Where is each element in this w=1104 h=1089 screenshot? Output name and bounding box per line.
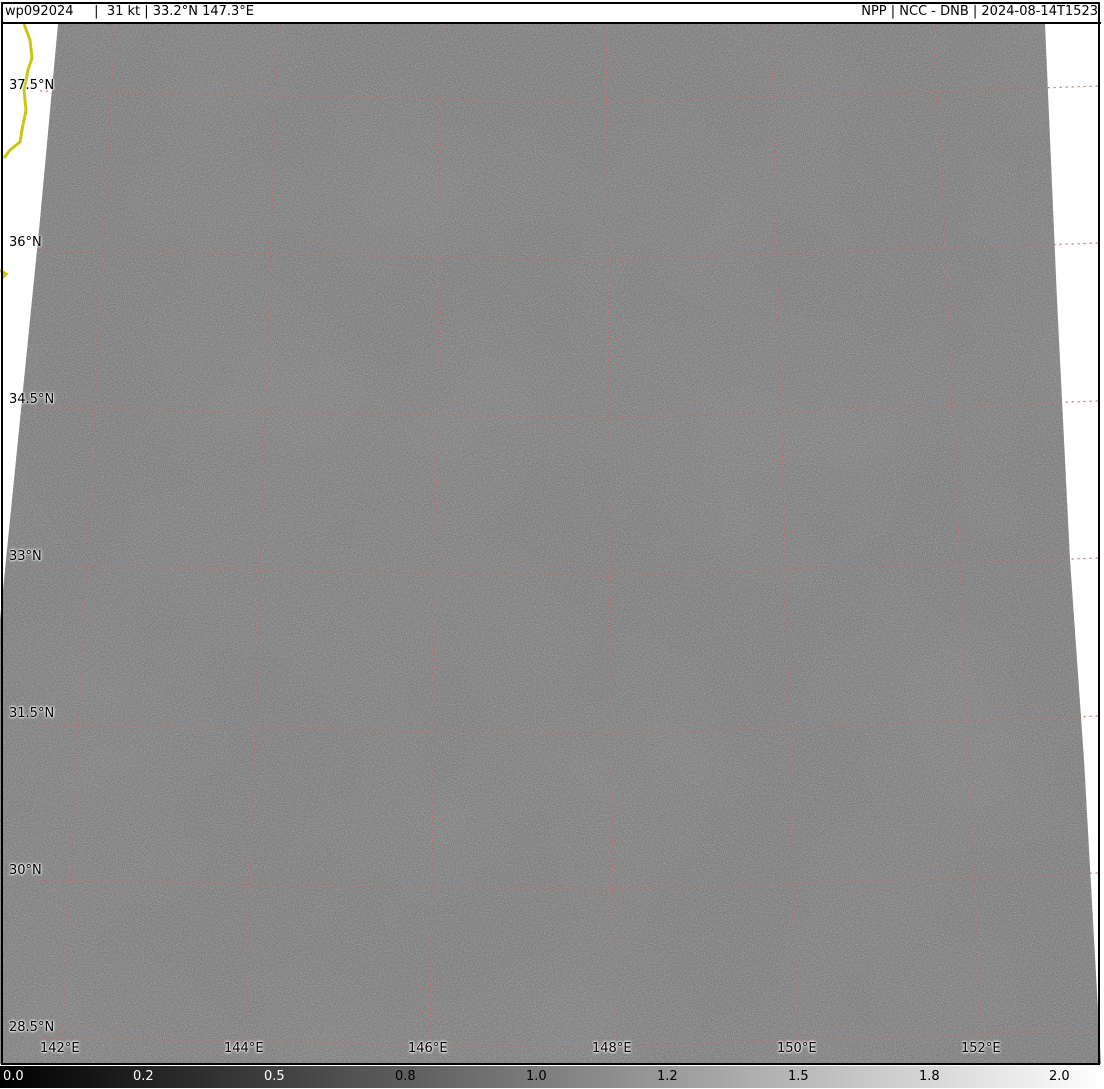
satellite-image-frame: wp092024 | 31 kt | 33.2°N 147.3°E NPP | …: [0, 0, 1104, 1089]
colorbar: 0.0 0.2 0.5 0.8 1.0 1.2 1.5 1.8 2.0: [0, 1066, 1104, 1088]
colorbar-tick-1-0: 1.0: [526, 1069, 547, 1084]
header-bar: wp092024 | 31 kt | 33.2°N 147.3°E NPP | …: [1, 2, 1101, 24]
lon-label-150: 150°E: [777, 1041, 817, 1056]
dnb-swath: [0, 24, 1101, 1064]
lon-label-146: 146°E: [408, 1041, 448, 1056]
lat-label-31-5: 31.5°N: [9, 706, 55, 721]
lat-label-36: 36°N: [9, 235, 42, 250]
storm-info: wp092024 | 31 kt | 33.2°N 147.3°E: [5, 4, 254, 19]
lon-label-148: 148°E: [592, 1041, 632, 1056]
lat-label-28-5: 28.5°N: [9, 1020, 55, 1035]
colorbar-tick-1-8: 1.8: [919, 1069, 940, 1084]
colorbar-tick-0-5: 0.5: [264, 1069, 285, 1084]
colorbar-tick-0-0: 0.0: [3, 1069, 24, 1084]
colorbar-tick-0-8: 0.8: [395, 1069, 416, 1084]
lat-label-30: 30°N: [9, 863, 42, 878]
map-canvas: [0, 0, 1104, 1066]
colorbar-tick-2-0: 2.0: [1049, 1069, 1070, 1084]
lat-label-37-5: 37.5°N: [9, 78, 55, 93]
lon-label-142: 142°E: [40, 1041, 80, 1056]
lon-label-144: 144°E: [224, 1041, 264, 1056]
lat-label-34-5: 34.5°N: [9, 392, 55, 407]
lat-label-33: 33°N: [9, 549, 42, 564]
colorbar-tick-0-2: 0.2: [133, 1069, 154, 1084]
sensor-info: NPP | NCC - DNB | 2024-08-14T1523: [861, 4, 1098, 19]
colorbar-tick-1-5: 1.5: [788, 1069, 809, 1084]
lon-label-152: 152°E: [961, 1041, 1001, 1056]
colorbar-tick-1-2: 1.2: [657, 1069, 678, 1084]
